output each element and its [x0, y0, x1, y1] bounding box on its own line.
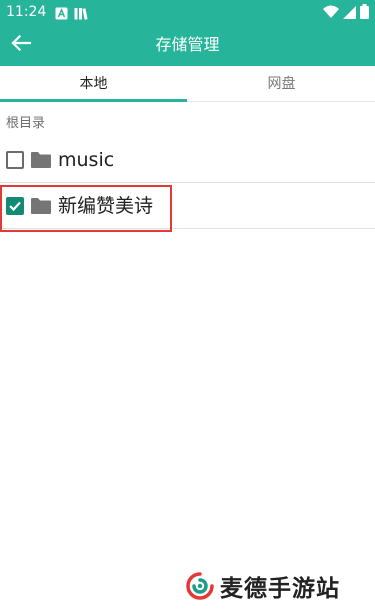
signal-icon	[343, 4, 356, 23]
notification-a-icon	[55, 5, 68, 24]
battery-icon	[360, 4, 369, 23]
notification-books-icon	[74, 5, 88, 24]
checkbox-unchecked[interactable]	[6, 151, 24, 169]
page-title: 存储管理	[155, 35, 220, 54]
list-item[interactable]: music	[0, 138, 375, 182]
tab-bar: 本地 网盘	[0, 66, 375, 102]
watermark: 麦德手游站	[186, 569, 340, 603]
list-item[interactable]: 新编赞美诗	[0, 184, 375, 228]
list-item-label: 新编赞美诗	[58, 195, 154, 217]
list-divider	[0, 228, 375, 229]
folder-icon	[30, 196, 52, 216]
status-time: 11:24	[6, 4, 47, 20]
list-item-label: music	[58, 149, 115, 171]
wifi-icon	[323, 4, 339, 23]
watermark-text: 麦德手游站	[220, 576, 340, 602]
tab-indicator	[0, 99, 187, 102]
tab-cloud[interactable]: 网盘	[188, 66, 375, 102]
tab-local[interactable]: 本地	[0, 66, 187, 102]
app-bar: 存储管理	[0, 24, 375, 66]
checkbox-checked[interactable]	[6, 197, 24, 215]
folder-icon	[30, 150, 52, 170]
status-notifications	[55, 5, 88, 24]
watermark-logo-icon	[186, 572, 214, 600]
status-bar: 11:24	[0, 0, 375, 24]
status-system-icons	[323, 4, 369, 23]
list-divider	[0, 182, 375, 183]
breadcrumb[interactable]: 根目录	[6, 112, 45, 131]
